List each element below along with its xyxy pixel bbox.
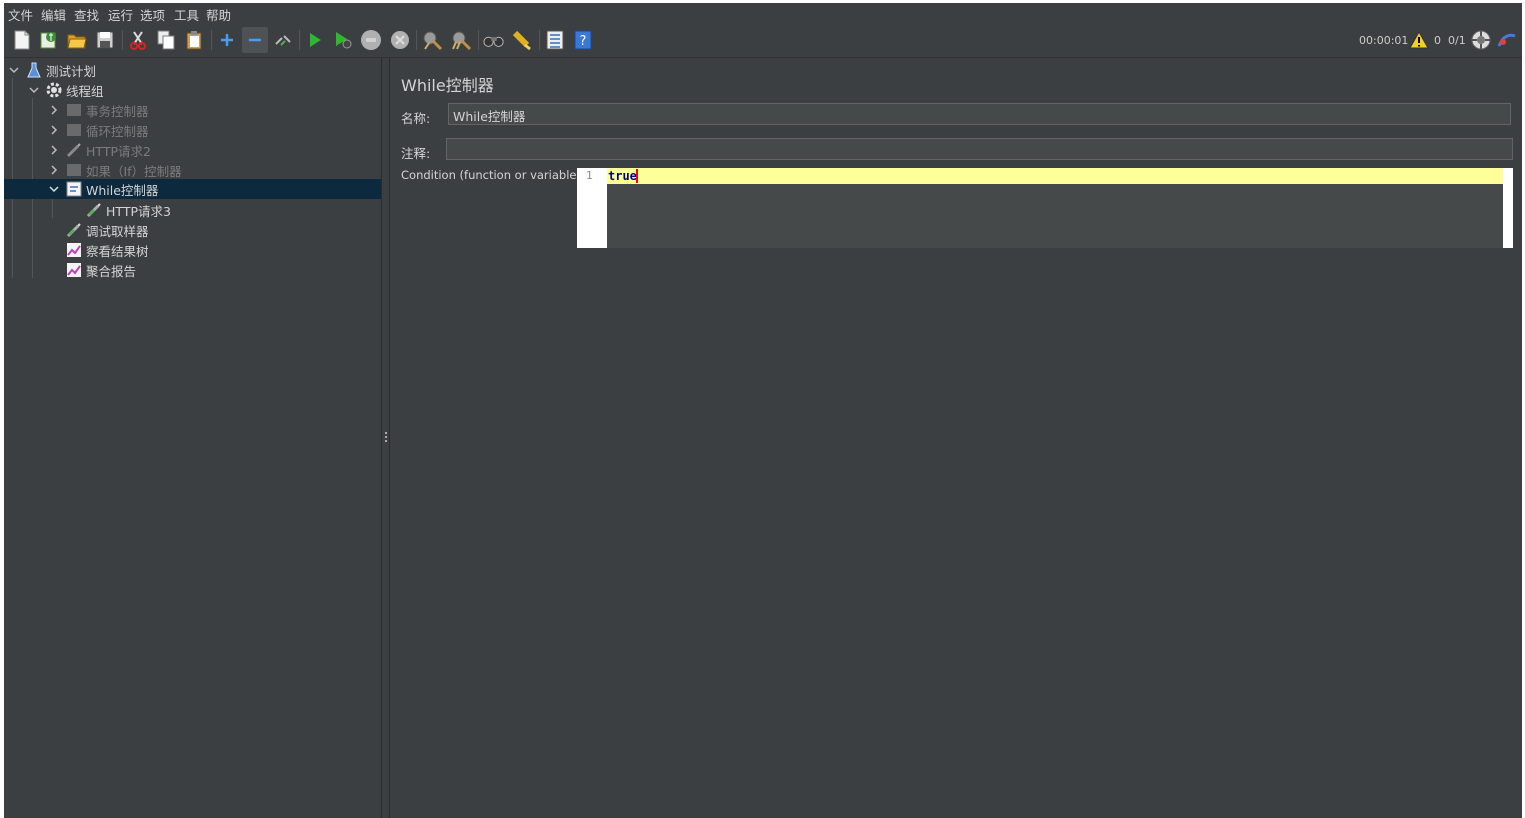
chevron-right-icon[interactable] [48,164,60,176]
chevron-right-icon[interactable] [48,104,60,116]
expand-all-icon[interactable] [216,29,238,51]
reset-search-icon[interactable] [511,29,533,51]
line-number: 1 [586,169,593,182]
start-icon[interactable] [304,29,326,51]
controller-icon [66,162,82,178]
line-number-gutter: 1 [577,168,607,248]
clear-all-icon[interactable] [450,29,472,51]
tree-node-thread-group[interactable]: 线程组 [28,80,104,100]
menu-search[interactable]: 查找 [74,5,99,24]
tree-node-transaction-controller[interactable]: 事务控制器 [48,100,149,120]
stop-icon[interactable] [360,29,382,51]
tree-guide-line [12,78,13,278]
templates-icon[interactable] [38,29,60,51]
remote-engines-icon[interactable] [1470,29,1492,51]
toolbar-separator [416,30,417,50]
tree-node-while-controller[interactable]: While控制器 [4,179,381,199]
controller-icon [66,122,82,138]
tree-node-debug-sampler[interactable]: 调试取样器 [66,220,149,240]
comment-label: 注释: [401,146,431,161]
controller-icon [66,102,82,118]
name-field[interactable]: While控制器 [448,103,1511,125]
save-icon[interactable] [94,29,116,51]
graph-icon [66,262,82,278]
chevron-down-icon[interactable] [8,64,20,76]
start-no-pause-icon[interactable] [332,29,354,51]
gear-icon [46,82,62,98]
chevron-down-icon[interactable] [28,84,40,96]
function-helper-icon[interactable] [544,29,566,51]
active-threads: 0/1 [1448,34,1466,47]
collapse-all-icon[interactable] [242,27,268,53]
toolbar-separator [122,30,123,50]
cut-icon[interactable] [127,29,149,51]
toolbar: ? 00:00:01 0 0/1 [4,23,1522,58]
tree-node-view-results-tree[interactable]: 察看结果树 [66,240,149,260]
tree-node-loop-controller[interactable]: 循环控制器 [48,120,149,140]
shutdown-icon[interactable] [389,29,411,51]
tree-guide-line [52,198,53,218]
copy-icon[interactable] [155,29,177,51]
pipette-icon [66,142,82,158]
clear-icon[interactable] [421,29,443,51]
toggle-icon[interactable] [272,29,294,51]
name-label: 名称: [401,111,431,126]
condition-code[interactable]: true [608,169,637,183]
tree-node-test-plan[interactable]: 测试计划 [8,60,96,80]
pipette-icon [66,222,82,238]
svg-text:?: ? [580,34,587,49]
menu-run[interactable]: 运行 [108,5,133,24]
menu-file[interactable]: 文件 [8,5,33,24]
menu-options[interactable]: 选项 [140,5,165,24]
open-icon[interactable] [66,29,88,51]
chevron-down-icon[interactable] [48,183,60,195]
new-icon[interactable] [11,29,33,51]
paste-icon[interactable] [183,29,205,51]
toolbar-separator [299,30,300,50]
page-title: While控制器 [401,76,494,95]
panel-splitter[interactable] [381,58,390,818]
search-icon[interactable] [483,29,505,51]
tree-node-http-request-3[interactable]: HTTP请求3 [86,200,171,220]
test-plan-tree: 测试计划 线程组 事务控制器 循环控制器 HTTP请求2 如果（If）控制器 W… [4,58,381,818]
condition-editor[interactable]: 1 true [577,168,1513,248]
graph-icon [66,242,82,258]
text-caret [636,169,638,183]
splitter-grip-icon[interactable] [385,432,387,444]
chevron-right-icon[interactable] [48,124,60,136]
current-line-highlight [607,168,1503,184]
menu-tools[interactable]: 工具 [174,5,199,24]
warning-icon[interactable] [1408,29,1430,51]
tree-node-aggregate-report[interactable]: 聚合报告 [66,260,136,280]
while-controller-panel: While控制器 名称: While控制器 注释: Condition (fun… [390,58,1522,818]
condition-label: Condition (function or variable) [401,168,581,182]
help-icon[interactable]: ? [572,29,594,51]
toolbar-separator [211,30,212,50]
pipette-icon [86,202,102,218]
chevron-right-icon[interactable] [48,144,60,156]
tree-node-http-request-2[interactable]: HTTP请求2 [48,140,151,160]
warning-count: 0 [1434,34,1441,47]
toolbar-separator [478,30,479,50]
menu-edit[interactable]: 编辑 [41,5,66,24]
log-viewer-icon[interactable] [1496,29,1518,51]
menu-bar: 文件 编辑 查找 运行 选项 工具 帮助 [4,3,1522,23]
menu-help[interactable]: 帮助 [206,5,231,24]
comment-field[interactable] [446,138,1513,160]
toolbar-separator [539,30,540,50]
elapsed-timer: 00:00:01 [1359,34,1409,47]
editor-scrollbar[interactable] [1503,168,1513,248]
while-controller-icon [66,181,82,197]
flask-icon [26,62,42,78]
tree-node-if-controller[interactable]: 如果（If）控制器 [48,160,182,180]
